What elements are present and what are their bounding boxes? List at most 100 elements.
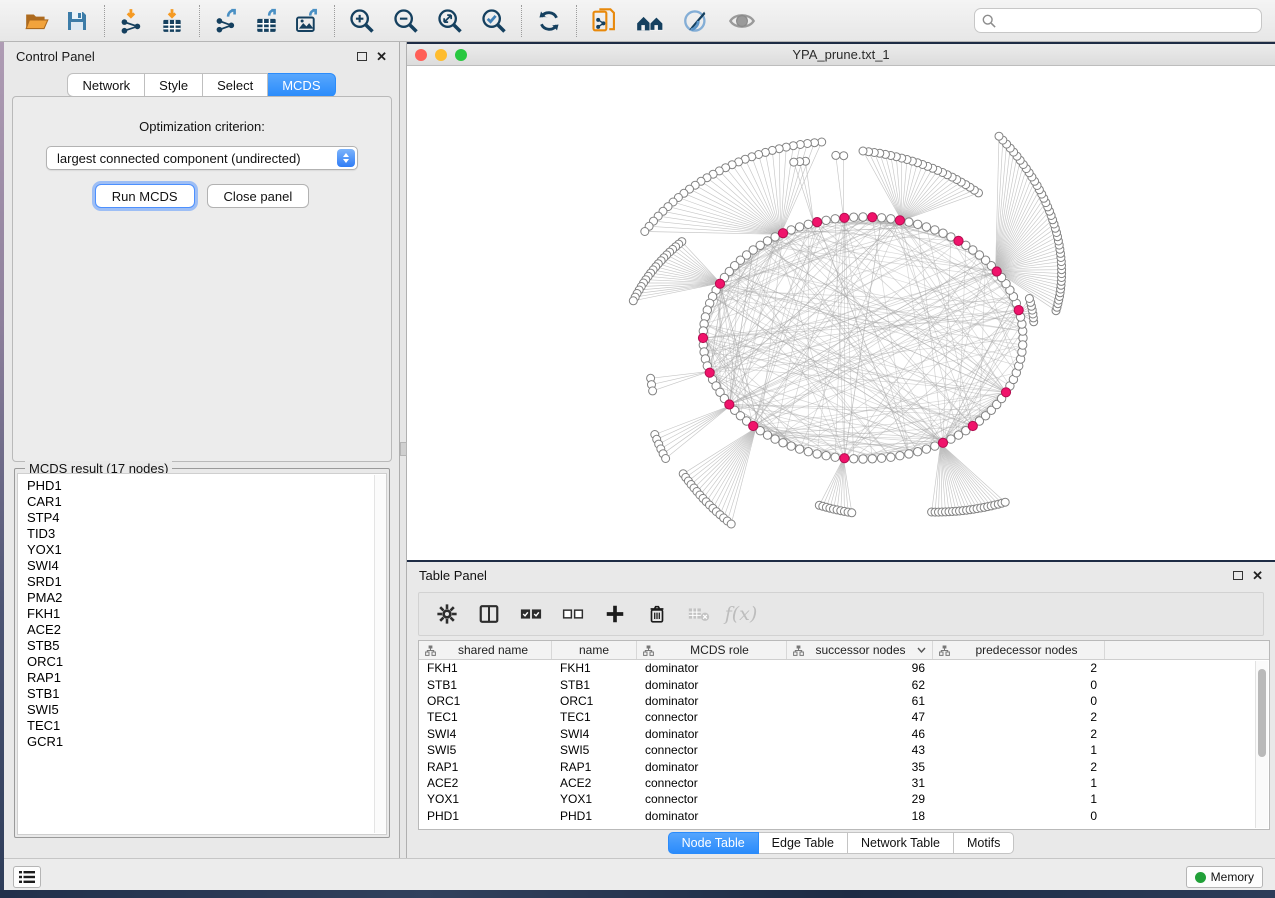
mcds-result-item[interactable]: SWI5 [27, 702, 386, 718]
vertical-splitter[interactable] [400, 42, 407, 858]
show-columns-button[interactable] [475, 599, 503, 629]
tab-motifs[interactable]: Motifs [954, 832, 1014, 854]
criterion-dropdown[interactable]: largest connected component (undirected) [46, 146, 358, 170]
search-input[interactable] [1001, 14, 1254, 28]
column-header-successor-nodes[interactable]: successor nodes [787, 641, 933, 659]
toggle-visibility-button[interactable] [725, 5, 759, 37]
column-header-shared-name[interactable]: shared name [419, 641, 552, 659]
export-table-icon [254, 8, 280, 34]
select-all-button[interactable] [517, 599, 545, 629]
dropdown-stepper-icon [337, 149, 355, 167]
mcds-result-item[interactable]: RAP1 [27, 670, 386, 686]
table-cell: SWI4 [552, 727, 637, 741]
table-cell: YOX1 [419, 792, 552, 806]
table-cell: 2 [933, 727, 1105, 741]
float-panel-icon[interactable] [357, 52, 367, 61]
export-table-button[interactable] [250, 5, 284, 37]
table-row[interactable]: YOX1YOX1connector291 [419, 791, 1269, 807]
import-network-button[interactable] [115, 5, 149, 37]
tab-edge-table[interactable]: Edge Table [759, 832, 848, 854]
search-field[interactable] [974, 8, 1262, 33]
table-cell: TEC1 [552, 710, 637, 724]
column-header-mcds-role[interactable]: MCDS role [637, 641, 787, 659]
mcds-result-item[interactable]: STP4 [27, 510, 386, 526]
control-panel: Control Panel ✕ NetworkStyleSelectMCDS O… [4, 42, 400, 858]
mcds-result-item[interactable]: FKH1 [27, 606, 386, 622]
network-file-button[interactable] [587, 5, 621, 37]
tab-node-table[interactable]: Node Table [668, 832, 759, 854]
zoom-out-button[interactable] [389, 5, 423, 37]
column-header-name[interactable]: name [552, 641, 637, 659]
run-mcds-button[interactable]: Run MCDS [95, 184, 195, 208]
mcds-result-item[interactable]: TID3 [27, 526, 386, 542]
add-row-button[interactable] [601, 599, 629, 629]
zoom-fit-button[interactable] [433, 5, 467, 37]
table-cell: STB1 [552, 678, 637, 692]
mcds-result-item[interactable]: STB5 [27, 638, 386, 654]
close-panel-icon[interactable]: ✕ [376, 50, 387, 63]
mcds-result-list[interactable]: PHD1CAR1STP4TID3YOX1SWI4SRD1PMA2FKH1ACE2… [17, 473, 387, 835]
mcds-result-item[interactable]: PMA2 [27, 590, 386, 606]
mcds-result-item[interactable]: GCR1 [27, 734, 386, 750]
mcds-result-item[interactable]: ACE2 [27, 622, 386, 638]
table-cell: 29 [787, 792, 933, 806]
column-header-predecessor-nodes[interactable]: predecessor nodes [933, 641, 1105, 659]
mcds-result-item[interactable]: STB1 [27, 686, 386, 702]
merge-table-disabled-icon [687, 604, 711, 624]
splitter-handle[interactable] [400, 442, 407, 456]
delete-row-button[interactable] [643, 599, 671, 629]
import-table-button[interactable] [155, 5, 189, 37]
table-row[interactable]: STB1STB1dominator620 [419, 676, 1269, 692]
deselect-all-button[interactable] [559, 599, 587, 629]
memory-button[interactable]: Memory [1186, 866, 1263, 888]
mcds-result-item[interactable]: ORC1 [27, 654, 386, 670]
paint-style-button[interactable] [679, 5, 713, 37]
tab-style[interactable]: Style [145, 73, 203, 97]
refresh-layout-button[interactable] [532, 5, 566, 37]
mcds-result-item[interactable]: PHD1 [27, 478, 386, 494]
network-window-title: YPA_prune.txt_1 [407, 47, 1275, 62]
zoom-in-button[interactable] [345, 5, 379, 37]
table-row[interactable]: TEC1TEC1connector472 [419, 709, 1269, 725]
sort-desc-icon [917, 647, 926, 653]
tab-network[interactable]: Network [67, 73, 145, 97]
task-history-button[interactable] [13, 866, 41, 888]
network-window-titlebar[interactable]: YPA_prune.txt_1 [407, 44, 1275, 66]
export-network-button[interactable] [210, 5, 244, 37]
table-row[interactable]: SWI4SWI4dominator462 [419, 726, 1269, 742]
open-file-icon [24, 8, 50, 34]
close-panel-button[interactable]: Close panel [207, 184, 310, 208]
table-row[interactable]: RAP1RAP1dominator352 [419, 758, 1269, 774]
save-icon [65, 9, 89, 33]
network-file-icon [590, 7, 618, 35]
table-cell: ACE2 [552, 776, 637, 790]
mcds-result-item[interactable]: TEC1 [27, 718, 386, 734]
mcds-list-scrollbar[interactable] [374, 475, 386, 833]
save-session-button[interactable] [60, 5, 94, 37]
export-image-button[interactable] [290, 5, 324, 37]
table-row[interactable]: FKH1FKH1dominator962 [419, 660, 1269, 676]
table-scrollbar[interactable] [1255, 661, 1268, 828]
mcds-result-item[interactable]: CAR1 [27, 494, 386, 510]
table-row[interactable]: ACE2ACE2connector311 [419, 775, 1269, 791]
mcds-result-item[interactable]: SWI4 [27, 558, 386, 574]
tab-mcds[interactable]: MCDS [268, 73, 335, 97]
mcds-result-item[interactable]: YOX1 [27, 542, 386, 558]
tab-network-table[interactable]: Network Table [848, 832, 954, 854]
table-row[interactable]: SWI5SWI5connector431 [419, 742, 1269, 758]
table-row[interactable]: ORC1ORC1dominator610 [419, 693, 1269, 709]
network-canvas[interactable] [407, 66, 1275, 560]
table-row[interactable]: PHD1PHD1dominator180 [419, 808, 1269, 824]
table-settings-button[interactable] [433, 599, 461, 629]
open-file-button[interactable] [20, 5, 54, 37]
mcds-result-item[interactable]: SRD1 [27, 574, 386, 590]
zoom-selected-button[interactable] [477, 5, 511, 37]
float-panel-icon[interactable] [1233, 571, 1243, 580]
table-cell: 1 [933, 743, 1105, 757]
close-panel-icon[interactable]: ✕ [1252, 569, 1263, 582]
tab-select[interactable]: Select [203, 73, 268, 97]
table-scrollbar-thumb[interactable] [1258, 669, 1266, 757]
paint-style-icon [682, 7, 710, 35]
first-neighbors-button[interactable] [633, 5, 667, 37]
table-panel-tabs: Node TableEdge TableNetwork TableMotifs [407, 832, 1275, 854]
